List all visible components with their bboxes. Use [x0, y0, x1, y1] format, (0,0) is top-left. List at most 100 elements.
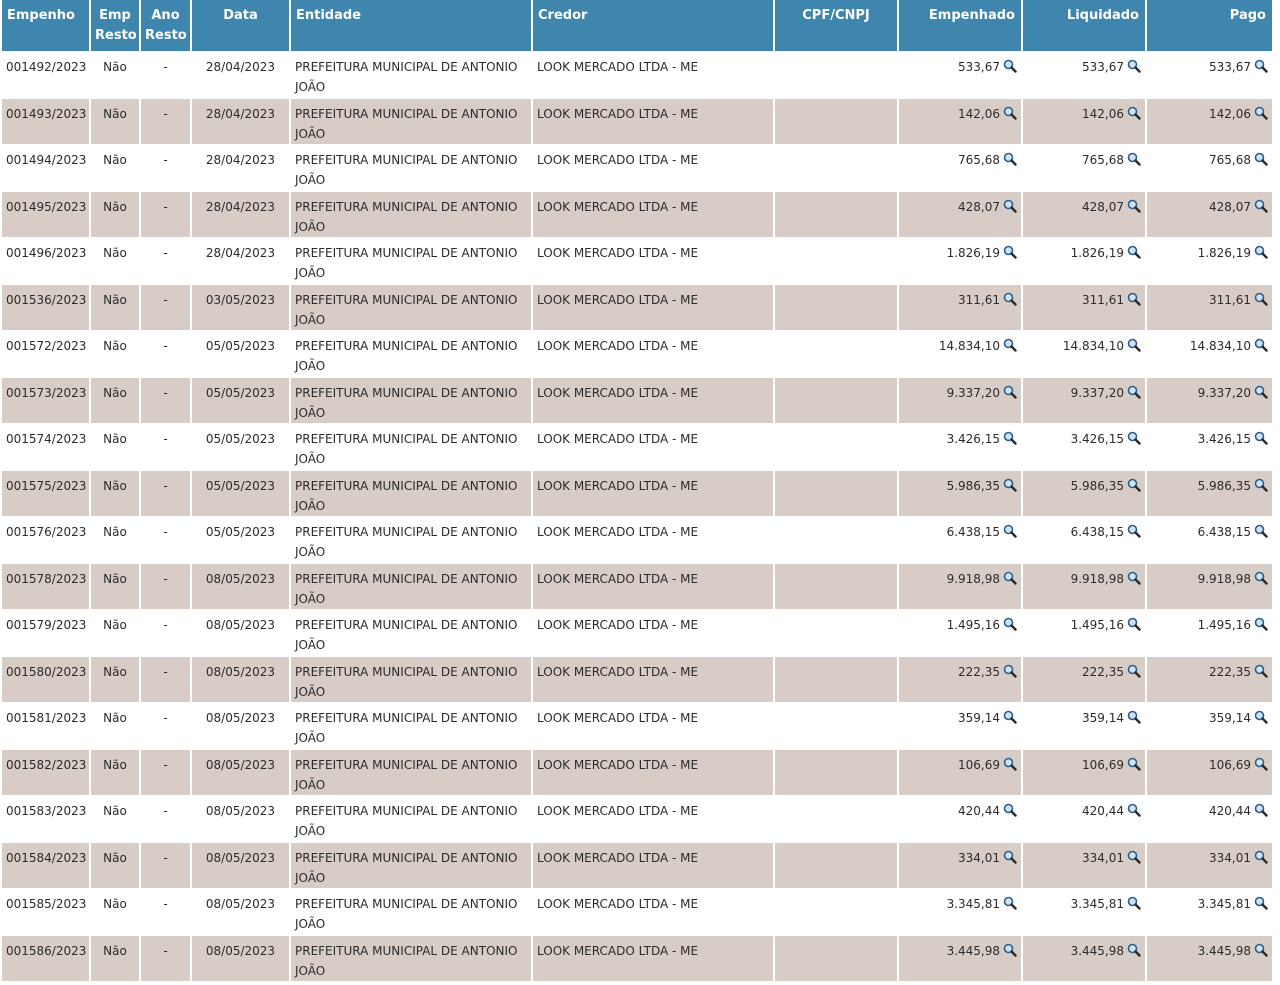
header-empenhado[interactable]: Empenhado [899, 0, 1021, 51]
cell-empenho[interactable]: 001584/2023 [2, 841, 89, 888]
table-row[interactable]: 001586/2023 Não - 08/05/2023 PREFEITURA MUNI… [2, 934, 1272, 981]
magnifier-icon[interactable] [1254, 385, 1268, 399]
header-emp-resto[interactable]: Emp Resto [91, 0, 139, 51]
cell-empenho[interactable]: 001493/2023 [2, 97, 89, 144]
magnifier-icon[interactable] [1127, 710, 1141, 724]
header-pago[interactable]: Pago [1147, 0, 1272, 51]
magnifier-icon[interactable] [1254, 710, 1268, 724]
magnifier-icon[interactable] [1003, 524, 1017, 538]
table-row[interactable]: 001573/2023 Não - 05/05/2023 PREFEITURA MUNI… [2, 376, 1272, 423]
magnifier-icon[interactable] [1254, 152, 1268, 166]
magnifier-icon[interactable] [1254, 850, 1268, 864]
table-row[interactable]: 001572/2023 Não - 05/05/2023 PREFEITURA MUNI… [2, 330, 1272, 377]
table-row[interactable]: 001582/2023 Não - 08/05/2023 PREFEITURA MUNI… [2, 748, 1272, 795]
magnifier-icon[interactable] [1254, 757, 1268, 771]
magnifier-icon[interactable] [1003, 571, 1017, 585]
table-row[interactable]: 001580/2023 Não - 08/05/2023 PREFEITURA MUNI… [2, 655, 1272, 702]
magnifier-icon[interactable] [1254, 524, 1268, 538]
table-row[interactable]: 001496/2023 Não - 28/04/2023 PREFEITURA MUNI… [2, 237, 1272, 284]
magnifier-icon[interactable] [1254, 338, 1268, 352]
header-cpf-cnpj[interactable]: CPF/CNPJ [775, 0, 897, 51]
header-entidade[interactable]: Entidade [291, 0, 531, 51]
magnifier-icon[interactable] [1254, 478, 1268, 492]
table-row[interactable]: 001494/2023 Não - 28/04/2023 PREFEITURA MUNI… [2, 144, 1272, 191]
cell-empenho[interactable]: 001582/2023 [2, 748, 89, 795]
cell-empenho[interactable]: 001576/2023 [2, 516, 89, 563]
magnifier-icon[interactable] [1003, 710, 1017, 724]
header-data[interactable]: Data [192, 0, 289, 51]
cell-empenho[interactable]: 001579/2023 [2, 609, 89, 656]
magnifier-icon[interactable] [1254, 896, 1268, 910]
table-row[interactable]: 001583/2023 Não - 08/05/2023 PREFEITURA MUNI… [2, 795, 1272, 842]
magnifier-icon[interactable] [1254, 431, 1268, 445]
cell-empenho[interactable]: 001580/2023 [2, 655, 89, 702]
table-row[interactable]: 001578/2023 Não - 08/05/2023 PREFEITURA MUNI… [2, 562, 1272, 609]
table-row[interactable]: 001574/2023 Não - 05/05/2023 PREFEITURA MUNI… [2, 423, 1272, 470]
cell-empenho[interactable]: 001495/2023 [2, 190, 89, 237]
table-row[interactable]: 001585/2023 Não - 08/05/2023 PREFEITURA MUNI… [2, 888, 1272, 935]
header-liquidado[interactable]: Liquidado [1023, 0, 1145, 51]
magnifier-icon[interactable] [1127, 431, 1141, 445]
magnifier-icon[interactable] [1003, 478, 1017, 492]
magnifier-icon[interactable] [1003, 617, 1017, 631]
magnifier-icon[interactable] [1127, 524, 1141, 538]
magnifier-icon[interactable] [1127, 106, 1141, 120]
cell-empenho[interactable]: 001572/2023 [2, 330, 89, 377]
magnifier-icon[interactable] [1003, 664, 1017, 678]
magnifier-icon[interactable] [1127, 478, 1141, 492]
magnifier-icon[interactable] [1254, 292, 1268, 306]
magnifier-icon[interactable] [1254, 617, 1268, 631]
magnifier-icon[interactable] [1127, 385, 1141, 399]
magnifier-icon[interactable] [1127, 617, 1141, 631]
magnifier-icon[interactable] [1003, 385, 1017, 399]
table-row[interactable]: 001493/2023 Não - 28/04/2023 PREFEITURA MUNI… [2, 97, 1272, 144]
magnifier-icon[interactable] [1254, 571, 1268, 585]
header-empenho[interactable]: Empenho [2, 0, 89, 51]
magnifier-icon[interactable] [1127, 896, 1141, 910]
magnifier-icon[interactable] [1254, 245, 1268, 259]
table-row[interactable]: 001581/2023 Não - 08/05/2023 PREFEITURA MUNI… [2, 702, 1272, 749]
magnifier-icon[interactable] [1127, 338, 1141, 352]
magnifier-icon[interactable] [1127, 292, 1141, 306]
magnifier-icon[interactable] [1254, 803, 1268, 817]
magnifier-icon[interactable] [1127, 664, 1141, 678]
magnifier-icon[interactable] [1003, 106, 1017, 120]
magnifier-icon[interactable] [1254, 59, 1268, 73]
magnifier-icon[interactable] [1003, 152, 1017, 166]
cell-empenho[interactable]: 001578/2023 [2, 562, 89, 609]
table-row[interactable]: 001492/2023 Não - 28/04/2023 PREFEITURA MUNI… [2, 51, 1272, 98]
magnifier-icon[interactable] [1254, 199, 1268, 213]
cell-empenho[interactable]: 001494/2023 [2, 144, 89, 191]
table-row[interactable]: 001495/2023 Não - 28/04/2023 PREFEITURA MUNI… [2, 190, 1272, 237]
header-credor[interactable]: Credor [533, 0, 773, 51]
cell-empenho[interactable]: 001585/2023 [2, 888, 89, 935]
cell-empenho[interactable]: 001586/2023 [2, 934, 89, 981]
cell-empenho[interactable]: 001581/2023 [2, 702, 89, 749]
magnifier-icon[interactable] [1127, 757, 1141, 771]
magnifier-icon[interactable] [1254, 106, 1268, 120]
magnifier-icon[interactable] [1127, 59, 1141, 73]
magnifier-icon[interactable] [1003, 338, 1017, 352]
cell-empenho[interactable]: 001496/2023 [2, 237, 89, 284]
magnifier-icon[interactable] [1003, 896, 1017, 910]
cell-empenho[interactable]: 001573/2023 [2, 376, 89, 423]
magnifier-icon[interactable] [1127, 199, 1141, 213]
magnifier-icon[interactable] [1127, 803, 1141, 817]
magnifier-icon[interactable] [1254, 943, 1268, 957]
magnifier-icon[interactable] [1003, 803, 1017, 817]
magnifier-icon[interactable] [1003, 943, 1017, 957]
table-row[interactable]: 001584/2023 Não - 08/05/2023 PREFEITURA MUNI… [2, 841, 1272, 888]
magnifier-icon[interactable] [1127, 850, 1141, 864]
magnifier-icon[interactable] [1003, 245, 1017, 259]
magnifier-icon[interactable] [1127, 245, 1141, 259]
magnifier-icon[interactable] [1127, 152, 1141, 166]
cell-empenho[interactable]: 001492/2023 [2, 51, 89, 98]
magnifier-icon[interactable] [1003, 431, 1017, 445]
cell-empenho[interactable]: 001575/2023 [2, 469, 89, 516]
table-row[interactable]: 001536/2023 Não - 03/05/2023 PREFEITURA MUNI… [2, 283, 1272, 330]
magnifier-icon[interactable] [1003, 850, 1017, 864]
magnifier-icon[interactable] [1127, 943, 1141, 957]
magnifier-icon[interactable] [1003, 199, 1017, 213]
table-row[interactable]: 001575/2023 Não - 05/05/2023 PREFEITURA MUNI… [2, 469, 1272, 516]
magnifier-icon[interactable] [1003, 757, 1017, 771]
